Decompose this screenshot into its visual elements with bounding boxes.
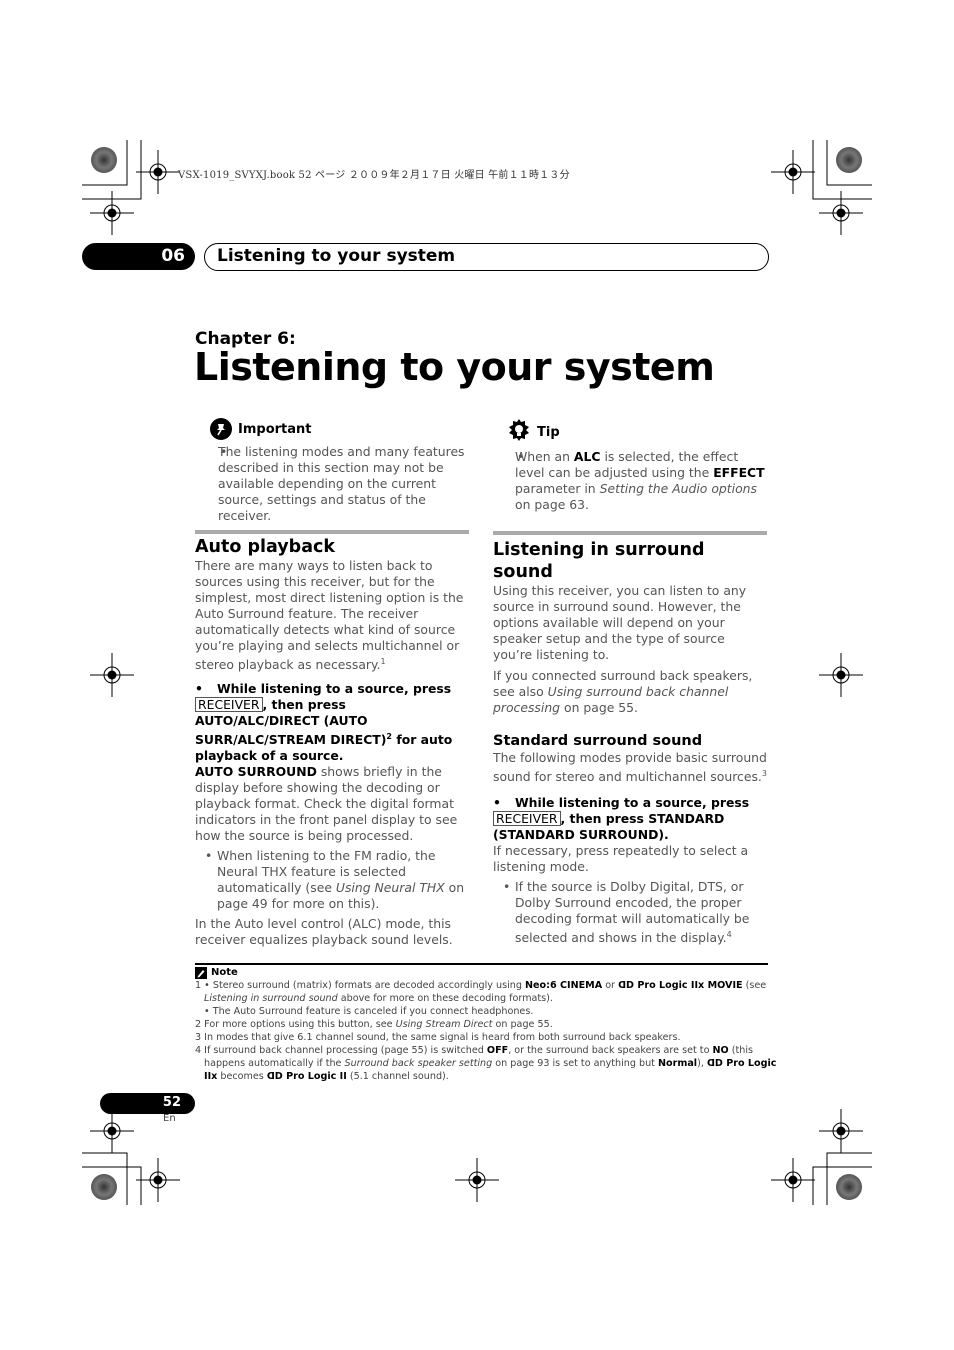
- crop-marks: [82, 140, 872, 1205]
- footnotes: Note 1 • Stereo surround (matrix) format…: [195, 963, 777, 1083]
- important-box: Important The listening modes and many f…: [210, 418, 472, 524]
- footnote-4b: happens automatically if the Surround ba…: [204, 1058, 777, 1069]
- footnote-4a: 4 If surround back channel processing (p…: [195, 1045, 753, 1056]
- footnote-2: 2 For more options using this button, se…: [195, 1019, 553, 1030]
- tip-box: Tip When an ALC is selected, the effect …: [507, 418, 769, 513]
- important-text: The listening modes and many features de…: [210, 444, 472, 524]
- footnote-3: 3 In modes that give 6.1 channel sound, …: [195, 1032, 681, 1043]
- page-number: 52: [162, 1095, 181, 1110]
- running-header-title: Listening to your system: [217, 246, 456, 266]
- tip-lightbulb-icon: [507, 418, 531, 446]
- footnote-4c: IIx becomes ᗡᗞ Pro Logic II (5.1 channel…: [204, 1071, 449, 1082]
- running-header: Listening to your system: [204, 243, 769, 271]
- tip-title: Tip: [537, 424, 560, 440]
- standard-surround-step: • While listening to a source, press RECE…: [493, 795, 750, 843]
- chapter-title: Listening to your system: [194, 345, 715, 389]
- print-meta-line: VSX-1019_SVYXJ.book 52 ページ ２００９年２月１７日 火曜…: [178, 170, 570, 181]
- receiver-key: RECEIVER: [195, 697, 263, 713]
- chapter-number-tab: 06: [82, 243, 195, 270]
- page-number-tab: 52: [100, 1093, 195, 1114]
- important-pin-icon: [210, 418, 232, 440]
- receiver-key: RECEIVER: [493, 811, 561, 827]
- fm-radio-note: When listening to the FM radio, the Neur…: [195, 848, 469, 912]
- surround-section: Listening in surround sound Using this r…: [493, 531, 767, 946]
- surround-back-text: If you connected surround back speakers,…: [493, 668, 753, 715]
- section-rule: [195, 530, 469, 534]
- important-title: Important: [238, 421, 312, 437]
- auto-playback-heading: Auto playback: [195, 537, 336, 557]
- tip-text: When an ALC is selected, the effect leve…: [507, 449, 769, 513]
- section-rule: [493, 531, 767, 535]
- color-target-top-left: [91, 147, 117, 173]
- footnote-1a: 1 • Stereo surround (matrix) formats are…: [195, 980, 767, 991]
- auto-playback-result: AUTO SURROUND shows briefly in the displ…: [195, 764, 458, 844]
- note-title: Note: [211, 967, 238, 978]
- standard-surround-heading: Standard surround sound: [493, 733, 703, 749]
- surround-intro: Using this receiver, you can listen to a…: [493, 583, 747, 662]
- footnote-1b: Listening in surround sound above for mo…: [204, 993, 553, 1004]
- language-code: En: [163, 1113, 176, 1124]
- note-pencil-icon: [195, 966, 207, 979]
- auto-playback-section: Auto playback There are many ways to lis…: [195, 530, 469, 948]
- repeat-text: If necessary, press repeatedly to select…: [493, 843, 749, 875]
- chapter-number: 06: [161, 246, 185, 266]
- auto-playback-step: • While listening to a source, press RECE…: [195, 681, 453, 764]
- alc-text: In the Auto level control (ALC) mode, th…: [195, 916, 453, 948]
- color-target-top-right: [836, 147, 862, 173]
- dolby-dts-note: If the source is Dolby Digital, DTS, or …: [493, 879, 767, 946]
- standard-surround-intro: The following modes provide basic surrou…: [493, 750, 767, 785]
- color-target-bottom-left: [91, 1174, 117, 1200]
- footnote-1c: • The Auto Surround feature is canceled …: [204, 1006, 534, 1017]
- color-target-bottom-right: [836, 1174, 862, 1200]
- surround-heading: Listening in surround sound: [493, 540, 705, 582]
- auto-playback-intro: There are many ways to listen back to so…: [195, 558, 464, 673]
